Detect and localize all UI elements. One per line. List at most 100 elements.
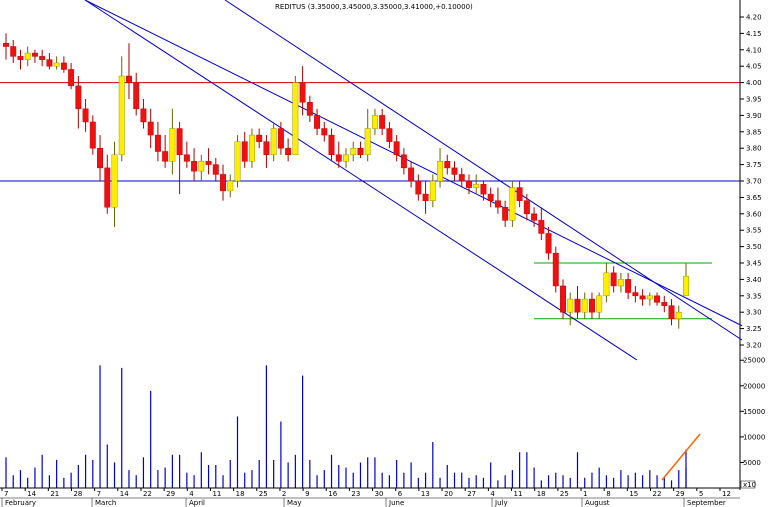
candle-body: [661, 302, 668, 306]
day-tick-label: 7: [4, 490, 8, 498]
candle-body: [46, 59, 53, 67]
candle-body: [133, 82, 140, 110]
candle-body: [10, 46, 17, 57]
candle-body: [68, 69, 75, 87]
price-tick-label: 3.95: [746, 96, 762, 104]
chart-container: REDITUS (3.35000,3.45000,3.35000,3.41000…: [0, 0, 770, 507]
price-tick-label: 3.50: [746, 243, 762, 251]
price-tick-label: 3.25: [746, 325, 762, 333]
candle-body: [364, 128, 371, 156]
day-tick-label: 28: [73, 490, 82, 498]
volume-tick-label: 20000: [743, 382, 765, 390]
month-tick-label: June: [388, 499, 404, 507]
candle-body: [625, 279, 632, 293]
candle-body: [140, 108, 147, 123]
day-tick-label: 6: [398, 490, 403, 498]
day-tick-label: 9: [305, 490, 309, 498]
day-tick-label: 18: [236, 490, 245, 498]
candle-body: [292, 82, 299, 156]
candle-body: [118, 75, 125, 156]
candle-body: [516, 187, 523, 201]
price-tick-label: 3.30: [746, 309, 762, 317]
volume-tick-label: 10000: [743, 433, 765, 441]
candle-body: [285, 147, 292, 156]
candle-body: [39, 56, 46, 60]
candle-body: [632, 292, 639, 297]
day-tick-label: 12: [722, 490, 731, 498]
price-tick-label: 3.45: [746, 260, 762, 268]
day-tick-label: 15: [629, 490, 638, 498]
day-tick-label: 13: [421, 490, 430, 498]
candle-body: [552, 252, 559, 287]
candle-body: [596, 295, 603, 313]
month-tick-label: September: [687, 499, 726, 507]
month-tick-label: July: [494, 499, 508, 507]
volume-unit-label: x10: [743, 481, 756, 489]
candle-body: [17, 56, 24, 60]
candle-body: [270, 128, 277, 156]
candle-body: [60, 62, 67, 70]
day-tick-label: 16: [328, 490, 337, 498]
price-tick-label: 4.05: [746, 63, 762, 71]
candle-body: [220, 174, 226, 192]
price-tick-label: 3.65: [746, 194, 762, 202]
candle-body: [198, 161, 205, 172]
volume-tick-label: 15000: [743, 408, 765, 416]
day-tick-label: 8: [606, 490, 610, 498]
candle-body: [560, 285, 566, 313]
candle-body: [494, 200, 501, 208]
candle-body: [256, 134, 263, 142]
candle-body: [328, 134, 335, 156]
day-tick-label: 11: [514, 490, 523, 498]
price-tick-label: 3.80: [746, 145, 762, 153]
candle-body: [502, 206, 509, 221]
candle-body: [82, 108, 89, 123]
day-tick-label: 1: [583, 490, 587, 498]
candle-body: [408, 167, 415, 182]
candle-body: [545, 233, 552, 254]
month-tick-label: August: [585, 499, 610, 507]
candle-body: [306, 102, 313, 116]
candle-body: [480, 184, 487, 195]
candle-body: [523, 200, 530, 215]
candle-body: [588, 298, 595, 313]
candle-body: [487, 193, 494, 201]
candle-body: [379, 115, 386, 129]
candle-body: [183, 154, 190, 162]
day-tick-label: 22: [653, 490, 662, 498]
candle-body: [654, 295, 661, 303]
month-tick-label: May: [287, 499, 301, 507]
candle-body: [24, 52, 31, 60]
candle-body: [248, 134, 255, 162]
candle-body: [277, 128, 284, 149]
day-tick-label: 20: [444, 490, 453, 498]
candle-body: [617, 279, 624, 287]
day-tick-label: 22: [143, 490, 152, 498]
candle-body: [538, 220, 545, 234]
candle-body: [371, 115, 378, 129]
candle-body: [675, 311, 682, 320]
volume-tick-label: 5000: [743, 459, 761, 467]
chart-background: [0, 0, 770, 507]
candle-body: [393, 141, 400, 156]
candle-body: [147, 121, 154, 136]
candle-body: [386, 128, 393, 142]
day-tick-label: 4: [490, 490, 495, 498]
day-tick-label: 14: [27, 490, 36, 498]
candle-body: [162, 151, 169, 162]
volume-tick-label: 25000: [743, 357, 765, 365]
price-tick-label: 4.15: [746, 30, 762, 38]
candle-body: [212, 164, 219, 175]
day-tick-label: 2: [282, 490, 286, 498]
candle-body: [111, 154, 118, 208]
price-tick-label: 3.70: [746, 178, 762, 186]
candle-body: [466, 180, 472, 188]
day-tick-label: 18: [537, 490, 546, 498]
day-tick-label: 11: [212, 490, 221, 498]
candle-body: [169, 128, 176, 162]
candle-body: [126, 75, 132, 83]
day-tick-label: 25: [560, 490, 569, 498]
candle-body: [89, 121, 96, 149]
candle-body: [531, 213, 538, 221]
candle-body: [639, 295, 646, 300]
